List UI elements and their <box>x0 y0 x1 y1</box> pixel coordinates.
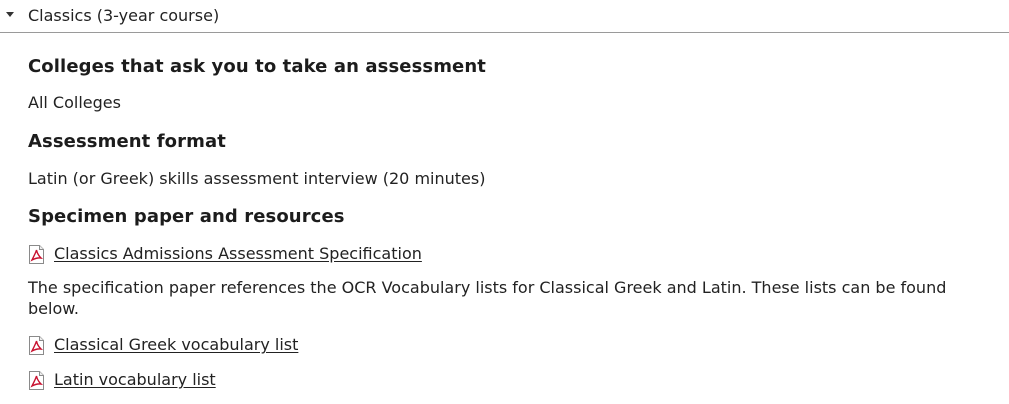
greek-vocab-pdf-link[interactable]: Classical Greek vocabulary list <box>54 335 298 355</box>
resources-note-line2: below. <box>28 299 79 318</box>
caret-down-icon <box>6 12 14 17</box>
greek-link-row: Classical Greek vocabulary list <box>28 334 298 356</box>
accordion-title: Classics (3-year course) <box>28 6 220 25</box>
resources-heading: Specimen paper and resources <box>28 206 345 227</box>
pdf-file-icon <box>29 335 44 355</box>
pdf-file-icon <box>29 370 44 390</box>
pdf-file-icon <box>29 244 44 264</box>
resources-note-line1: The specification paper references the O… <box>28 278 947 297</box>
colleges-heading: Colleges that ask you to take an assessm… <box>28 56 486 77</box>
latin-vocab-pdf-link[interactable]: Latin vocabulary list <box>54 370 216 390</box>
format-heading: Assessment format <box>28 131 226 152</box>
accordion-header-classics[interactable]: Classics (3-year course) <box>0 0 1009 33</box>
spec-pdf-link[interactable]: Classics Admissions Assessment Specifica… <box>54 244 422 264</box>
format-value: Latin (or Greek) skills assessment inter… <box>28 169 486 188</box>
colleges-value: All Colleges <box>28 93 121 112</box>
spec-link-row: Classics Admissions Assessment Specifica… <box>28 243 422 265</box>
latin-link-row: Latin vocabulary list <box>28 369 216 391</box>
